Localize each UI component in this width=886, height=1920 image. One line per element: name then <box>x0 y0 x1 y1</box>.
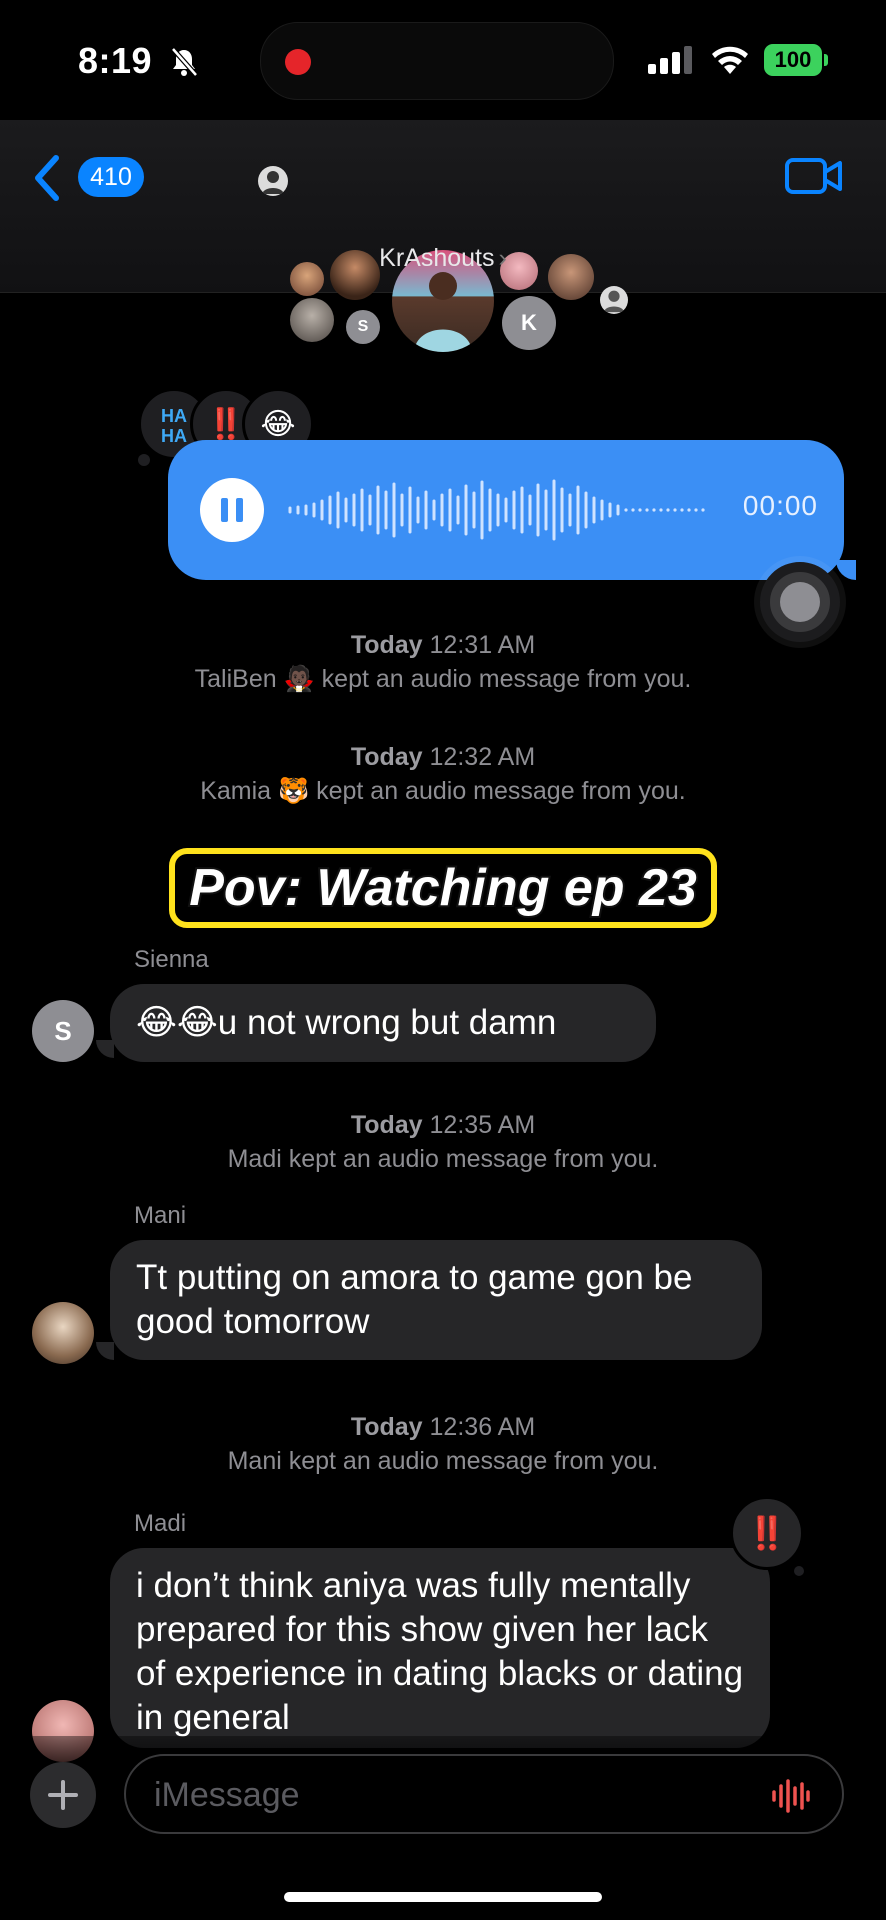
event-time: 12:36 AM <box>429 1413 536 1441</box>
message-input[interactable] <box>152 1770 756 1820</box>
double-exclamation-icon: ‼️ <box>207 407 245 441</box>
event-notice: Today 12:35 AM Madi kept an audio messag… <box>0 1108 886 1176</box>
event-time: 12:31 AM <box>429 631 536 659</box>
waveform-dot <box>694 508 698 512</box>
unread-count-badge[interactable]: 410 <box>78 157 144 197</box>
event-time: 12:32 AM <box>429 743 536 771</box>
group-name[interactable]: KrAshouts › <box>0 244 886 273</box>
avatar <box>600 286 628 314</box>
battery-level: 100 <box>764 44 822 76</box>
sender-name: Madi <box>134 1510 187 1537</box>
svg-text:HA: HA <box>161 406 187 426</box>
event-text: TaliBen 🧛🏿 kept an audio message from yo… <box>194 665 692 693</box>
message-input-wrapper[interactable] <box>124 1754 844 1834</box>
waveform-dot <box>659 508 663 512</box>
event-day: Today <box>350 631 423 659</box>
bell-muted-icon <box>171 47 198 77</box>
pause-button[interactable] <box>200 478 264 542</box>
avatar-letter-k: K <box>502 296 556 350</box>
plus-icon <box>48 1780 78 1810</box>
event-notice: Today 12:31 AM TaliBen 🧛🏿 kept an audio … <box>0 628 886 696</box>
waveform-dot <box>680 508 684 512</box>
svg-text:HA: HA <box>161 426 187 446</box>
event-notice: Today 12:32 AM Kamia 🐯 kept an audio mes… <box>0 740 886 808</box>
avatar <box>258 166 288 196</box>
waveform-dot <box>687 508 691 512</box>
video-call-icon[interactable] <box>784 154 844 198</box>
event-notice: Today 12:36 AM Mani kept an audio messag… <box>0 1410 886 1478</box>
event-text: Madi kept an audio message from you. <box>227 1145 659 1173</box>
message-bubble[interactable]: i don’t think aniya was fully mentally p… <box>110 1548 770 1748</box>
sender-name: Mani <box>134 1202 187 1229</box>
event-day: Today <box>350 1111 423 1139</box>
battery-tip <box>824 54 828 66</box>
waveform-dot <box>652 508 656 512</box>
wifi-icon <box>712 46 748 74</box>
bubble-tail <box>836 560 856 580</box>
waveform-dot <box>666 508 670 512</box>
overlay-caption: Pov: Watching ep 23 <box>0 848 886 928</box>
assistive-touch-inner <box>780 582 820 622</box>
waveform-dot <box>673 508 677 512</box>
event-text: Kamia 🐯 kept an audio message from you. <box>200 777 686 805</box>
status-bar: 8:19 100 <box>0 0 886 120</box>
avatar-letter: K <box>521 310 537 335</box>
tapback-tail <box>138 454 150 466</box>
event-day: Today <box>350 743 423 771</box>
avatar-letter-s: S <box>346 310 380 344</box>
event-time: 12:35 AM <box>429 1111 536 1139</box>
cellular-signal-icon <box>648 46 692 74</box>
conversation-header: 410 S K KrAshouts › <box>0 120 886 352</box>
waveform-dot <box>701 508 705 512</box>
avatar <box>32 1302 94 1364</box>
bubble-tail <box>96 1342 114 1360</box>
sender-name: Sienna <box>134 946 209 973</box>
bubble-tail <box>96 1040 114 1058</box>
audio-waveform-icon[interactable] <box>770 1778 810 1814</box>
pause-bar-icon <box>221 498 228 522</box>
tapback-tail <box>794 1566 804 1576</box>
audio-duration: 00:00 <box>742 490 818 521</box>
message-text: Tt putting on amora to game gon be good … <box>136 1258 693 1341</box>
laughing-emoji-icon: 😂 <box>260 407 296 441</box>
home-indicator[interactable] <box>284 1892 602 1902</box>
waveform-dot <box>631 508 635 512</box>
message-bubble[interactable]: Tt putting on amora to game gon be good … <box>110 1240 762 1360</box>
battery-indicator: 100 <box>764 44 830 76</box>
status-time: 8:19 <box>78 40 153 81</box>
waveform-dot <box>645 508 649 512</box>
recording-indicator-icon <box>285 49 311 75</box>
person-icon <box>262 171 284 194</box>
event-day: Today <box>350 1413 423 1441</box>
audio-message-bubble[interactable]: 00:00 <box>168 440 844 580</box>
dynamic-island <box>260 22 614 100</box>
message-bubble[interactable]: 😂😂u not wrong but damn <box>110 984 656 1062</box>
plus-button[interactable] <box>30 1762 96 1828</box>
emphasis-reaction[interactable]: ‼️ <box>730 1496 804 1570</box>
avatar: S <box>32 1000 94 1062</box>
waveform-dot <box>638 508 642 512</box>
waveform-dot <box>624 508 628 512</box>
double-exclamation-icon: ‼️ <box>747 1515 787 1551</box>
back-chevron-icon[interactable] <box>30 154 64 202</box>
event-text: Mani kept an audio message from you. <box>227 1447 659 1475</box>
avatar <box>290 298 334 342</box>
message-text: 😂😂u not wrong but damn <box>136 1003 557 1042</box>
overlay-caption-text: Pov: Watching ep 23 <box>169 848 717 928</box>
person-icon <box>603 290 625 313</box>
avatar-letter: S <box>54 1015 72 1046</box>
avatar-letter: S <box>357 318 369 335</box>
pause-bar-icon <box>236 498 243 522</box>
message-text: i don’t think aniya was fully mentally p… <box>136 1566 744 1737</box>
group-name-label: KrAshouts <box>379 244 495 272</box>
chevron-right-icon: › <box>498 244 507 272</box>
